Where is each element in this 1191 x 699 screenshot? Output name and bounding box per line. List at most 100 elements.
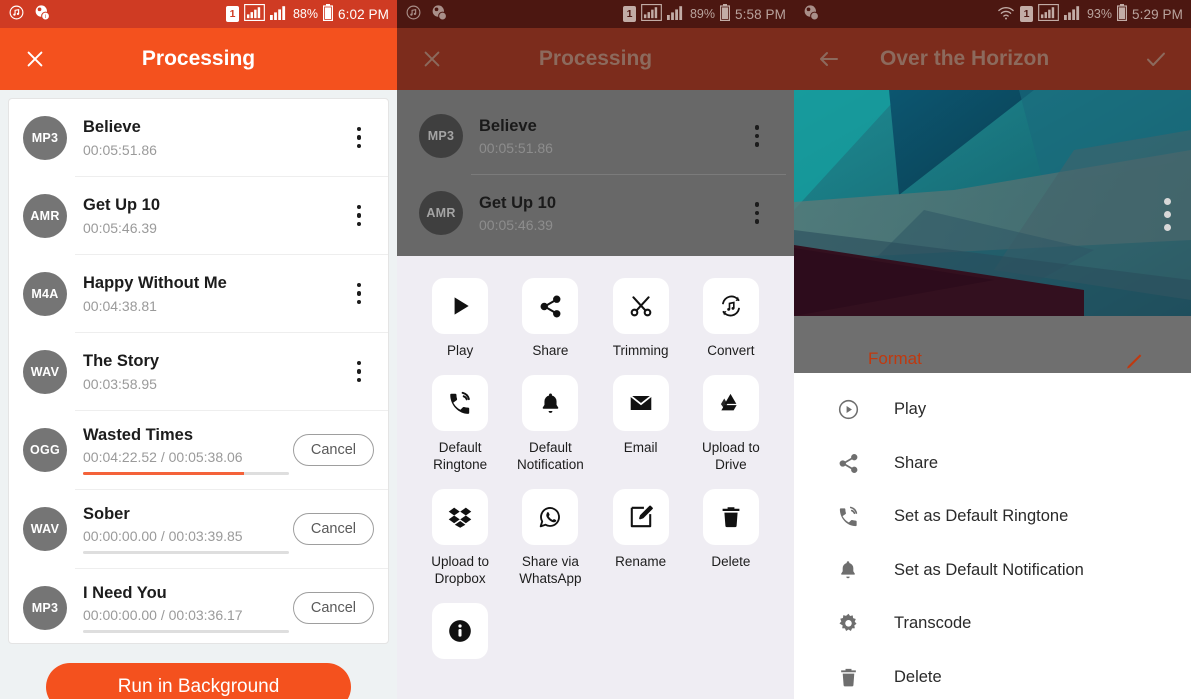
bell-icon [522,375,579,432]
track-title: Get Up 10 [479,193,557,212]
status-bar-3: 1 93% 5:29 PM [794,0,1191,28]
action-label: Upload to Drive [701,440,760,472]
battery-icon [323,4,334,24]
action-share-via-whatsapp[interactable]: Share via WhatsApp [505,489,595,587]
signal-bars-icon [1063,5,1082,23]
action-label: Upload to Dropbox [431,554,490,586]
menu-item-set-default-ringtone[interactable]: Set as Default Ringtone [794,490,1191,544]
whatsapp-icon [522,489,579,546]
track-duration: 00:05:46.39 [479,217,553,234]
pencil-icon[interactable] [1121,352,1143,379]
signal-bars-boxed-icon [1038,4,1059,24]
action-upload-to-drive[interactable]: Upload to Drive [686,375,776,473]
menu-item-share[interactable]: Share [794,437,1191,491]
action-grid: Play Share Trimming Convert Default Ring… [397,256,794,684]
dimmed-processing-list: MP3 Believe 00:05:51.86 AMR Get Up 10 00… [397,90,794,256]
row-body: I Need You 00:00:00.00 / 00:03:36.17 [67,583,293,633]
overflow-menu-icon[interactable] [1164,198,1171,231]
action-default-ringtone[interactable]: Default Ringtone [415,375,505,473]
table-row[interactable]: M4A Happy Without Me 00:04:38.81 [9,255,388,332]
action-email[interactable]: Email [596,375,686,473]
scissors-icon [612,278,669,334]
track-duration: 00:05:51.86 [83,141,157,158]
action-trimming[interactable]: Trimming [596,278,686,359]
menu-item-transcode[interactable]: Transcode [794,597,1191,651]
action-convert[interactable]: Convert [686,278,776,359]
overflow-menu-icon[interactable] [348,282,374,305]
signal-bars-icon [666,5,685,23]
album-artwork [794,90,1191,316]
page-title: Processing [141,47,256,70]
panel-track-detail: 1 93% 5:29 PM Over the Horizon Format Pl… [794,0,1191,699]
close-icon[interactable] [18,42,52,76]
track-duration: 00:05:46.39 [83,219,157,236]
action-label: Default Notification [516,440,584,472]
cancel-button[interactable]: Cancel [292,592,374,624]
share-icon [522,278,579,334]
overflow-menu-icon [746,125,772,147]
action-label: Email [623,440,658,456]
table-row[interactable]: MP3 Believe 00:05:51.86 [9,99,388,176]
artwork-graphic [794,90,1191,316]
menu-item-label: Transcode [894,614,972,633]
menu-item-delete[interactable]: Delete [794,651,1191,699]
dropbox-icon [432,489,489,546]
menu-item-label: Set as Default Notification [894,560,1084,579]
track-title: Believe [479,116,537,135]
format-label: Format [868,349,922,368]
app-bar-2: Processing [397,28,794,90]
format-badge: WAV [23,507,67,551]
back-arrow-icon[interactable] [812,42,846,76]
menu-item-label: Set as Default Ringtone [894,507,1069,526]
table-row: AMR Get Up 10 00:05:46.39 [405,175,786,251]
ringtone-phone-icon [432,375,489,432]
row-body: Wasted Times 00:04:22.52 / 00:05:38.06 [67,425,293,475]
run-in-background-button[interactable]: Run in Background [46,663,351,699]
menu-item-label: Share [894,453,939,472]
page-title: Processing [538,47,653,70]
app-notification-icon [802,4,820,24]
menu-item-set-default-notification[interactable]: Set as Default Notification [794,544,1191,598]
table-row[interactable]: WAV The Story 00:03:58.95 [9,333,388,410]
action-label: Default Ringtone [433,440,488,472]
track-title: The Story [83,352,160,371]
action-upload-to-dropbox[interactable]: Upload to Dropbox [415,489,505,587]
menu-item-play[interactable]: Play [794,383,1191,437]
action-default-notification[interactable]: Default Notification [505,375,595,473]
battery-icon [1117,4,1128,24]
table-row[interactable]: MP3 I Need You 00:00:00.00 / 00:03:36.17… [9,569,388,643]
track-title: Happy Without Me [83,274,227,293]
overflow-menu-icon[interactable] [348,126,374,149]
overflow-menu-icon[interactable] [348,204,374,227]
cancel-button[interactable]: Cancel [292,434,374,466]
check-icon[interactable] [1139,42,1173,76]
track-progress-time: 00:00:00.00 / 00:03:39.85 [83,528,243,545]
table-row[interactable]: OGG Wasted Times 00:04:22.52 / 00:05:38.… [9,411,388,489]
page-title: Over the Horizon [880,47,1050,70]
track-progress-time: 00:00:00.00 / 00:03:36.17 [83,607,243,624]
format-badge: MP3 [419,114,463,158]
table-row: MP3 Believe 00:05:51.86 [405,98,786,174]
convert-icon [702,278,759,334]
action-rename[interactable]: Rename [596,489,686,587]
action-delete[interactable]: Delete [686,489,776,587]
action-play[interactable]: Play [415,278,505,359]
action-label: Play [446,343,474,358]
battery-percent-label: 93% [1086,7,1113,21]
overflow-menu-icon[interactable] [348,360,374,383]
action-share[interactable]: Share [505,278,595,359]
clock-label: 5:29 PM [1132,6,1183,22]
bell-icon [830,559,866,581]
status-bar-2: 1 89% 5:58 PM [397,0,794,28]
table-row[interactable]: AMR Get Up 10 00:05:46.39 [9,177,388,254]
screenshot-triptych: i 1 88% 6:02 PM Processing MP3 Believe 0… [0,0,1191,699]
close-icon[interactable] [415,42,449,76]
format-badge: AMR [23,193,67,238]
progress-bar [83,472,289,475]
trash-icon [702,489,759,546]
track-duration: 00:05:51.86 [479,140,553,157]
action-info[interactable] [415,603,505,668]
cancel-button[interactable]: Cancel [292,513,374,545]
table-row[interactable]: WAV Sober 00:00:00.00 / 00:03:39.85 Canc… [9,490,388,568]
row-body: Get Up 10 00:05:46.39 [67,195,348,235]
